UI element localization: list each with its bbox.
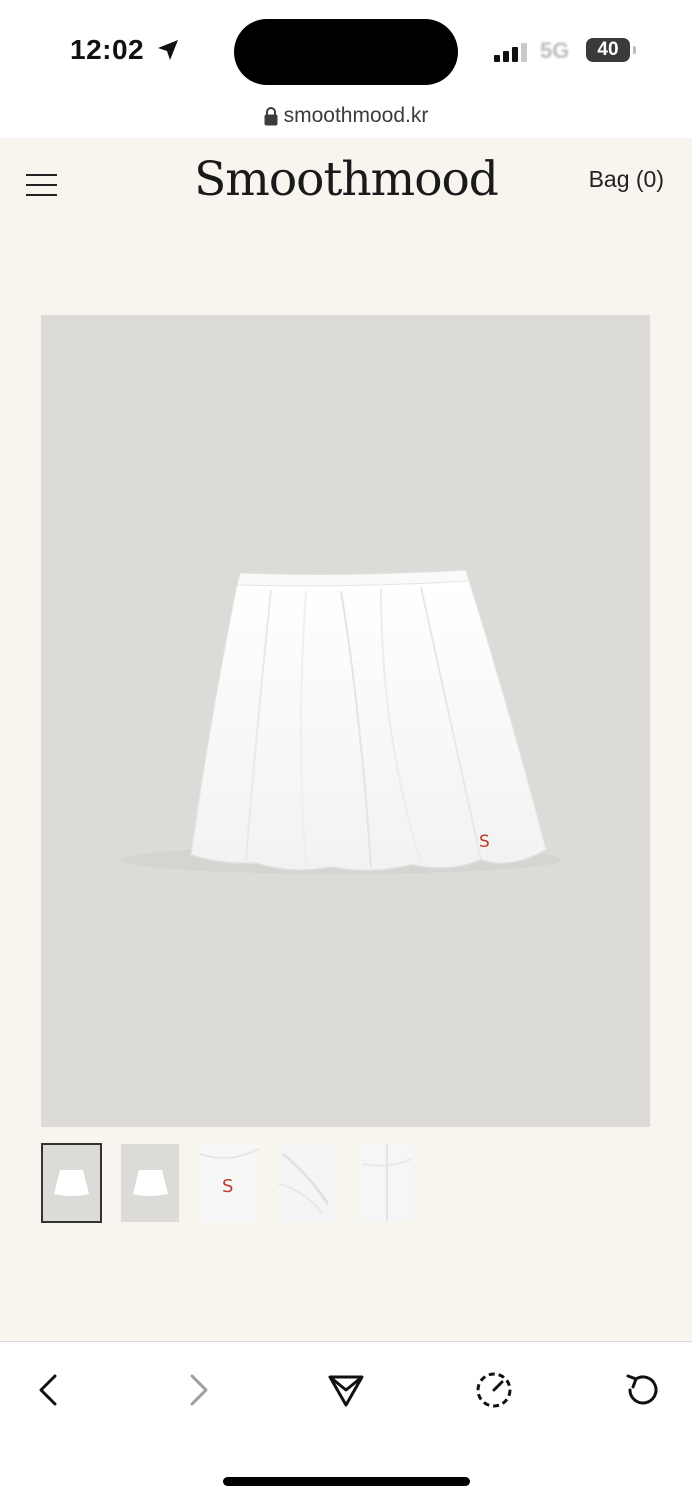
battery-tip	[633, 46, 636, 54]
browser-toolbar	[0, 1342, 692, 1500]
url-bar[interactable]: smoothmood.kr	[0, 104, 692, 138]
thumbnail-2[interactable]	[121, 1144, 179, 1222]
status-time: 12:02	[70, 34, 145, 65]
thumbnail-skirt-front	[54, 1170, 89, 1196]
thumbnail-hem-detail	[278, 1152, 330, 1215]
lock-icon	[264, 107, 278, 126]
thumbnail-skirt-back	[133, 1170, 168, 1196]
signal-bars-icon	[494, 42, 528, 62]
product-main-image[interactable]: S	[41, 315, 650, 1127]
forward-icon[interactable]	[176, 1368, 220, 1412]
web-page: Smoothmood Bag (0) S S	[0, 138, 692, 1341]
back-icon[interactable]	[27, 1368, 71, 1412]
thumbnail-5[interactable]	[357, 1144, 415, 1222]
thumbnail-3[interactable]: S	[200, 1144, 258, 1222]
thumbnail-1[interactable]	[41, 1143, 102, 1223]
url-text: smoothmood.kr	[283, 104, 429, 127]
reload-icon[interactable]	[620, 1368, 664, 1412]
home-indicator	[223, 1477, 470, 1486]
share-icon[interactable]	[324, 1368, 368, 1412]
dynamic-island	[234, 19, 458, 85]
timer-icon[interactable]	[472, 1368, 516, 1412]
monogram-text: S	[479, 832, 490, 852]
thumbnail-monogram-detail: S	[200, 1148, 258, 1197]
network-type: 5G	[540, 38, 570, 63]
thumbnail-zipper-detail	[361, 1144, 413, 1222]
thumbnail-monogram: S	[222, 1176, 233, 1197]
skirt-image: S	[121, 569, 561, 874]
thumbnail-4[interactable]	[278, 1144, 336, 1222]
location-arrow-icon	[158, 40, 178, 60]
status-bar: 12:02 5G 40	[0, 0, 692, 104]
battery-icon: 40	[586, 38, 630, 62]
bag-link[interactable]: Bag (0)	[589, 166, 664, 193]
